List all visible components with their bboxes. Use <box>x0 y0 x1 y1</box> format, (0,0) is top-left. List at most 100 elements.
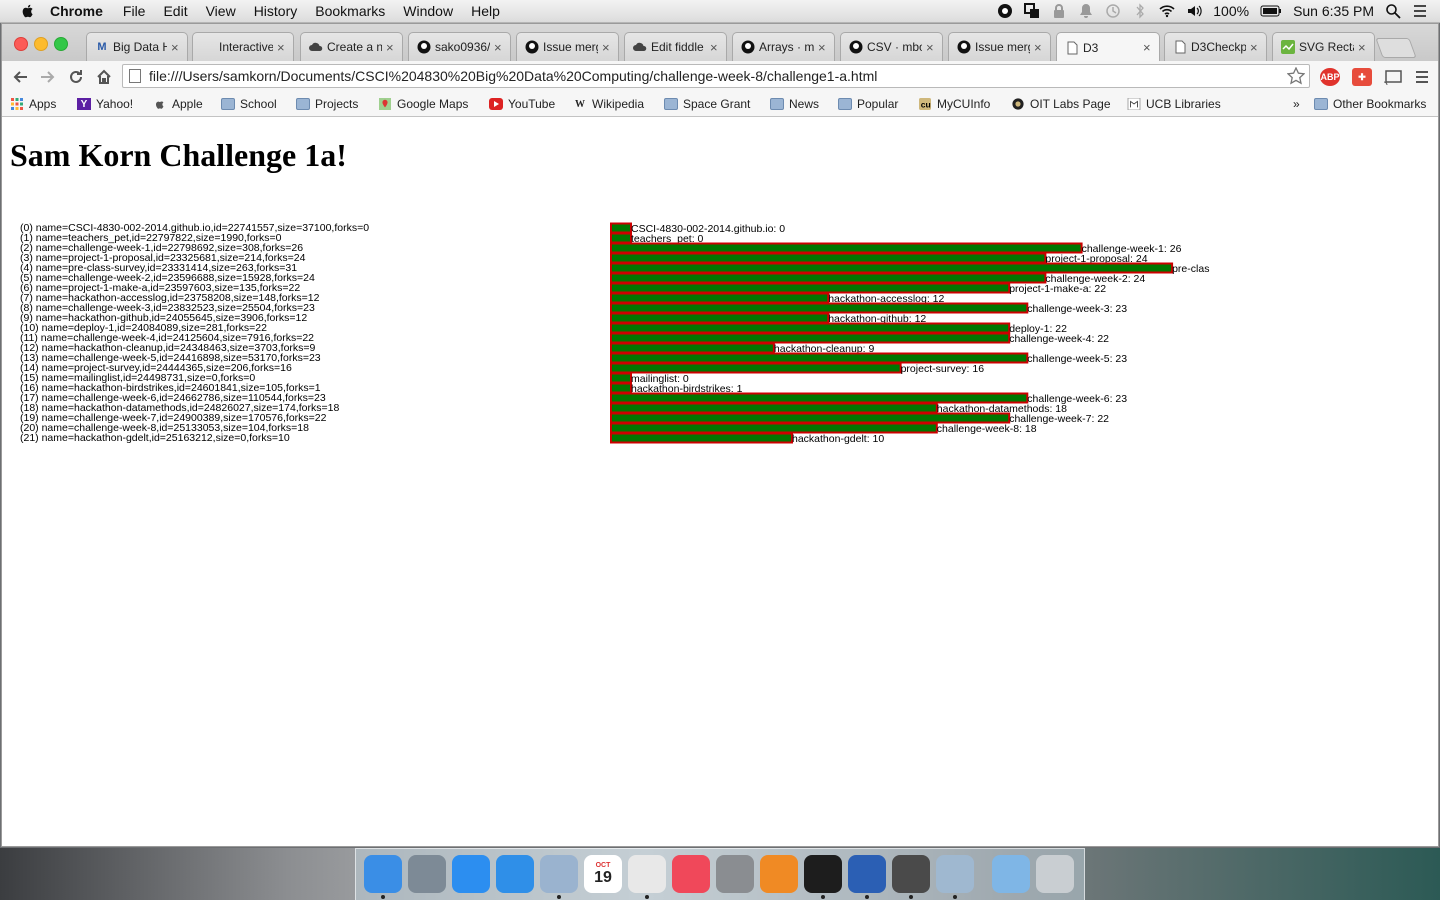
tab-create[interactable]: Create a n × <box>300 32 403 61</box>
bookmark-apple[interactable]: Apple <box>153 97 203 111</box>
bookmark-yahoo[interactable]: Y Yahoo! <box>77 97 133 111</box>
bookmark-label: Popular <box>857 97 899 111</box>
new-tab-button[interactable] <box>1375 38 1417 58</box>
app-store-dock-icon[interactable] <box>452 855 490 893</box>
bookmark-folder-popular[interactable]: Popular <box>838 97 898 111</box>
tab-sako0936[interactable]: sako0936/ × <box>408 32 511 61</box>
tab-csv[interactable]: CSV · mbo × <box>840 32 943 61</box>
chrome-menu-icon[interactable] <box>1412 68 1432 86</box>
finder-dock-icon[interactable] <box>364 855 402 893</box>
tab-edit-fiddle[interactable]: Edit fiddle × <box>624 32 727 61</box>
tab-interactive[interactable]: Interactive × <box>192 32 294 61</box>
notification-center-icon[interactable] <box>1412 3 1428 19</box>
back-button[interactable] <box>10 67 30 87</box>
tab-label: Issue merg <box>975 40 1030 54</box>
cloud-icon <box>309 42 323 51</box>
window-close-button[interactable] <box>14 37 28 51</box>
calendar-dock-icon[interactable]: OCT 19 <box>584 855 622 893</box>
launchpad-dock-icon[interactable] <box>408 855 446 893</box>
menu-view[interactable]: View <box>206 3 236 19</box>
notification-bell-icon[interactable] <box>1078 3 1094 19</box>
tab-d3-active[interactable]: D3 × <box>1056 32 1160 62</box>
cast-icon[interactable] <box>1383 68 1403 86</box>
bookmark-folder-school[interactable]: School <box>221 97 277 111</box>
menu-app-name[interactable]: Chrome <box>50 3 103 19</box>
itunes-dock-icon[interactable] <box>672 855 710 893</box>
menu-file[interactable]: File <box>123 3 146 19</box>
reload-button[interactable] <box>66 67 86 87</box>
time-machine-icon[interactable] <box>1105 3 1121 19</box>
tab-close-icon[interactable]: × <box>710 40 720 55</box>
bookmark-apps[interactable]: Apps <box>10 97 56 111</box>
tab-close-icon[interactable]: × <box>171 40 181 55</box>
tab-issue-merge-2[interactable]: Issue merg × <box>948 32 1051 61</box>
menu-history[interactable]: History <box>254 3 298 19</box>
wifi-icon[interactable] <box>1159 3 1175 19</box>
menu-bookmarks[interactable]: Bookmarks <box>315 3 385 19</box>
battery-icon[interactable] <box>1260 3 1282 19</box>
safari-dock-icon[interactable] <box>496 855 534 893</box>
tab-close-icon[interactable]: × <box>1034 40 1044 55</box>
chrome-dock-icon[interactable] <box>628 855 666 893</box>
tab-close-icon[interactable]: × <box>926 40 936 55</box>
adblock-plus-icon[interactable]: ABP <box>1320 68 1340 86</box>
menu-help[interactable]: Help <box>471 3 500 19</box>
running-indicator <box>865 895 869 899</box>
page-icon <box>1067 41 1078 54</box>
page-info-icon[interactable] <box>129 69 141 83</box>
tab-issue-merge-1[interactable]: Issue merg × <box>516 32 619 61</box>
tab-arrays[interactable]: Arrays · ml × <box>732 32 835 61</box>
tab-big-data[interactable]: M Big Data H × <box>86 32 188 61</box>
tab-svg-rect[interactable]: SVG Recta × <box>1272 32 1375 61</box>
tab-close-icon[interactable]: × <box>1143 40 1153 55</box>
sublime-text-dock-icon[interactable] <box>892 855 930 893</box>
tab-close-icon[interactable]: × <box>386 40 396 55</box>
preview-dock-icon[interactable] <box>936 855 974 893</box>
back-arrow-icon <box>13 70 27 83</box>
bookmark-folder-news[interactable]: News <box>770 97 819 111</box>
trash-dock-icon[interactable] <box>1036 855 1074 893</box>
tab-label: Issue merg <box>543 40 598 54</box>
home-button[interactable] <box>94 67 114 87</box>
menubar-clock[interactable]: Sun 6:35 PM <box>1293 3 1374 19</box>
forward-button[interactable] <box>38 67 58 87</box>
bookmark-star-icon[interactable] <box>1287 67 1305 85</box>
bookmark-oit-labs[interactable]: OIT Labs Page <box>1011 97 1111 111</box>
bookmark-folder-space-grant[interactable]: Space Grant <box>664 97 750 111</box>
bookmark-google-maps[interactable]: Google Maps <box>378 97 468 111</box>
bookmarks-overflow-chevron[interactable]: » <box>1293 97 1300 111</box>
window-minimize-button[interactable] <box>34 37 48 51</box>
terminal-dock-icon[interactable] <box>804 855 842 893</box>
address-bar[interactable]: file:///Users/samkorn/Documents/CSCI%204… <box>122 64 1310 88</box>
tab-close-icon[interactable]: × <box>1358 40 1368 55</box>
bookmark-mycuinfo[interactable]: cu MyCUInfo <box>918 97 990 111</box>
bookmark-wikipedia[interactable]: W Wikipedia <box>573 97 644 111</box>
tab-close-icon[interactable]: × <box>494 40 504 55</box>
apple-menu-icon[interactable] <box>20 3 36 19</box>
downloads-folder-dock-icon[interactable] <box>992 855 1030 893</box>
ibooks-dock-icon[interactable] <box>760 855 798 893</box>
tab-close-icon[interactable]: × <box>277 40 287 55</box>
window-zoom-button[interactable] <box>54 37 68 51</box>
bookmark-youtube[interactable]: YouTube <box>489 97 555 111</box>
menu-window[interactable]: Window <box>403 3 453 19</box>
bluetooth-icon[interactable] <box>1132 3 1148 19</box>
system-preferences-dock-icon[interactable] <box>716 855 754 893</box>
extension-badge-icon[interactable]: ✚ <box>1352 68 1372 86</box>
volume-icon[interactable] <box>1186 3 1202 19</box>
home-icon <box>97 69 111 84</box>
tab-d3checkp[interactable]: D3Checkp × <box>1164 32 1267 61</box>
status-app-icon[interactable] <box>997 3 1013 19</box>
bookmark-ucb-libraries[interactable]: UCB Libraries <box>1127 97 1221 111</box>
copy-windows-icon[interactable] <box>1024 3 1040 19</box>
tab-close-icon[interactable]: × <box>1250 40 1260 55</box>
spotlight-search-icon[interactable] <box>1385 3 1401 19</box>
lock-icon[interactable] <box>1051 3 1067 19</box>
word-dock-icon[interactable] <box>848 855 886 893</box>
tab-close-icon[interactable]: × <box>602 40 612 55</box>
tab-close-icon[interactable]: × <box>818 40 828 55</box>
bookmark-folder-projects[interactable]: Projects <box>296 97 358 111</box>
bookmark-other-bookmarks[interactable]: Other Bookmarks <box>1314 97 1426 111</box>
menu-edit[interactable]: Edit <box>163 3 187 19</box>
mail-dock-icon[interactable] <box>540 855 578 893</box>
